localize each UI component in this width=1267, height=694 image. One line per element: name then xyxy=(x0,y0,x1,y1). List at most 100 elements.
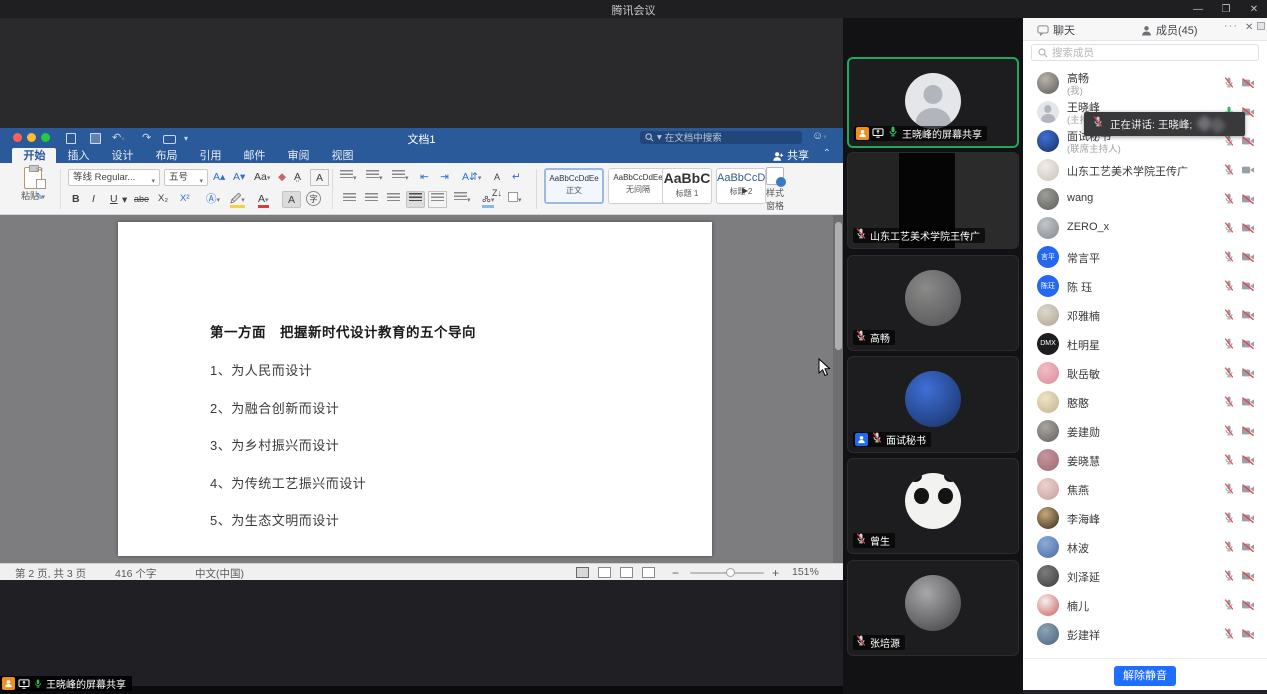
mic-muted-icon[interactable] xyxy=(1223,250,1235,268)
panel-more-button[interactable]: ··· xyxy=(1224,20,1238,32)
sort-icon[interactable]: AZ↓ xyxy=(492,169,502,186)
page-indicator[interactable]: 第 2 页, 共 3 页 xyxy=(15,566,86,581)
font-color-icon[interactable]: A▾ xyxy=(258,191,269,208)
underline-button[interactable]: U xyxy=(110,191,118,208)
camera-muted-icon[interactable] xyxy=(1241,134,1255,152)
clear-formatting-icon[interactable]: ◆ xyxy=(278,169,286,186)
member-search-input[interactable]: 搜索成员 xyxy=(1031,44,1259,61)
line-spacing-icon[interactable]: ▾ xyxy=(454,191,471,208)
camera-muted-icon[interactable] xyxy=(1241,627,1255,645)
highlight-color-icon[interactable]: 🖉▾ xyxy=(230,191,245,208)
align-right-button[interactable] xyxy=(384,191,403,208)
font-name-select[interactable]: 等线 Regular...▾ xyxy=(68,169,160,186)
mic-muted-icon[interactable] xyxy=(1223,221,1235,239)
mic-muted-icon[interactable] xyxy=(1223,134,1235,152)
member-row-姜晓慧[interactable]: 姜晓慧 xyxy=(1023,445,1267,474)
member-row-彭建祥[interactable]: 彭建祥 xyxy=(1023,619,1267,648)
italic-button[interactable]: I xyxy=(92,191,95,208)
panel-dock-icon[interactable] xyxy=(1257,22,1265,30)
bold-button[interactable]: B xyxy=(72,191,80,208)
mic-muted-icon[interactable] xyxy=(1223,395,1235,413)
mic-muted-icon[interactable] xyxy=(1223,279,1235,297)
shrink-font-button[interactable]: A▾ xyxy=(233,169,245,186)
member-row-楠儿[interactable]: 楠儿 xyxy=(1023,590,1267,619)
unmute-button[interactable]: 解除静音 xyxy=(1114,666,1176,686)
video-tile-王晓峰的屏幕共享[interactable]: 王晓峰的屏幕共享 xyxy=(847,57,1019,148)
share-button[interactable]: 共享 xyxy=(772,147,809,163)
enclose-characters-icon[interactable]: 字 xyxy=(306,191,321,206)
justify-button[interactable] xyxy=(406,191,425,208)
superscript-button[interactable]: X² xyxy=(180,191,190,208)
camera-muted-icon[interactable] xyxy=(1241,221,1255,239)
member-row-杜明星[interactable]: DMX杜明星 xyxy=(1023,329,1267,358)
camera-off-icon[interactable] xyxy=(1241,163,1255,181)
tab-chat[interactable]: 聊天 xyxy=(1037,22,1075,38)
text-effects-icon[interactable]: Ⓐ▾ xyxy=(206,191,220,208)
bullets-icon[interactable]: ▾ xyxy=(340,169,357,186)
panel-close-button[interactable]: ✕ xyxy=(1245,22,1253,33)
member-list[interactable]: 高畅(我)王晓峰(主持人)面试秘书(联席主持人)山东工艺美术学院王传广wangZ… xyxy=(1023,68,1267,658)
video-tile-张培源[interactable]: 张培源 xyxy=(847,560,1019,656)
document-search-box[interactable]: ▾ 在文档中搜索 xyxy=(640,131,802,144)
mic-muted-icon[interactable] xyxy=(1223,192,1235,210)
zoom-knob[interactable] xyxy=(726,568,735,577)
camera-muted-icon[interactable] xyxy=(1241,453,1255,471)
camera-muted-icon[interactable] xyxy=(1241,279,1255,297)
member-row-刘泽延[interactable]: 刘泽延 xyxy=(1023,561,1267,590)
video-tile-高畅[interactable]: 高畅 xyxy=(847,255,1019,351)
video-tile-曾生[interactable]: 曾生 xyxy=(847,458,1019,554)
member-row-高畅[interactable]: 高畅(我) xyxy=(1023,68,1267,97)
word-count[interactable]: 416 个字 xyxy=(115,566,156,581)
pilcrow-icon[interactable]: ↵ xyxy=(512,169,521,186)
mic-muted-icon[interactable] xyxy=(1223,453,1235,471)
camera-muted-icon[interactable] xyxy=(1241,569,1255,587)
zoom-slider[interactable] xyxy=(690,572,764,574)
mic-muted-icon[interactable] xyxy=(1223,337,1235,355)
mic-muted-icon[interactable] xyxy=(1223,76,1235,94)
mic-muted-icon[interactable] xyxy=(1223,163,1235,181)
align-center-button[interactable] xyxy=(362,191,381,208)
feedback-smiley-icon[interactable]: ☺▾ xyxy=(812,130,827,142)
mic-muted-icon[interactable] xyxy=(1223,366,1235,384)
print-layout-view-button[interactable] xyxy=(576,567,589,578)
video-tile-山东工艺美术学院王传广[interactable]: 山东工艺美术学院王传广 xyxy=(847,152,1019,249)
phonetic-guide-icon[interactable]: A̤ xyxy=(294,169,301,186)
document-text[interactable]: 第一方面 把握新时代设计教育的五个导向1、为人民而设计2、为融合创新而设计3、为… xyxy=(210,321,670,548)
cut-icon[interactable]: ✂ xyxy=(36,165,46,176)
member-row-山东工艺美术学院王传广[interactable]: 山东工艺美术学院王传广 xyxy=(1023,155,1267,184)
language-indicator[interactable]: 中文(中国) xyxy=(195,566,244,581)
member-row-ZERO_x[interactable]: ZERO_x xyxy=(1023,213,1267,242)
video-tile-面试秘书[interactable]: 面试秘书 xyxy=(847,356,1019,453)
member-row-憨憨[interactable]: 憨憨 xyxy=(1023,387,1267,416)
member-row-焦燕[interactable]: 焦燕 xyxy=(1023,474,1267,503)
mic-muted-icon[interactable] xyxy=(1223,569,1235,587)
scrollbar-thumb[interactable] xyxy=(835,222,842,350)
camera-muted-icon[interactable] xyxy=(1241,250,1255,268)
numbering-icon[interactable]: ▾ xyxy=(366,169,383,186)
style-正文[interactable]: AaBbCcDdEe正文 xyxy=(544,168,604,204)
paste-button[interactable]: 粘贴 ▾ xyxy=(8,167,58,202)
camera-muted-icon[interactable] xyxy=(1241,540,1255,558)
decrease-indent-icon[interactable]: ⇤ xyxy=(420,169,429,186)
multilevel-list-icon[interactable]: ▾ xyxy=(392,169,409,186)
font-size-select[interactable]: 五号▾ xyxy=(164,169,208,186)
camera-muted-icon[interactable] xyxy=(1241,511,1255,529)
borders-icon[interactable]: ▾ xyxy=(508,191,522,208)
member-row-邓雅楠[interactable]: 邓雅楠 xyxy=(1023,300,1267,329)
collapse-ribbon-chevron[interactable]: ⌃ xyxy=(823,148,831,159)
mic-muted-icon[interactable] xyxy=(1223,482,1235,500)
maximize-button[interactable]: ❐ xyxy=(1219,4,1233,15)
camera-muted-icon[interactable] xyxy=(1241,395,1255,413)
mic-muted-icon[interactable] xyxy=(1223,627,1235,645)
subscript-button[interactable]: X₂ xyxy=(158,191,168,208)
document-canvas[interactable]: 第一方面 把握新时代设计教育的五个导向1、为人民而设计2、为融合创新而设计3、为… xyxy=(0,215,833,563)
camera-muted-icon[interactable] xyxy=(1241,424,1255,442)
search-scope-caret[interactable]: ▾ xyxy=(657,132,662,143)
align-left-button[interactable] xyxy=(340,191,359,208)
camera-muted-icon[interactable] xyxy=(1241,366,1255,384)
member-row-wang[interactable]: wang xyxy=(1023,184,1267,213)
change-case-button[interactable]: Aa▾ xyxy=(254,169,270,186)
style-标题 1[interactable]: AaBbC标题 1 xyxy=(662,168,712,204)
character-shading-icon[interactable]: A xyxy=(282,191,301,208)
tab-members[interactable]: 成员(45) xyxy=(1141,22,1198,38)
